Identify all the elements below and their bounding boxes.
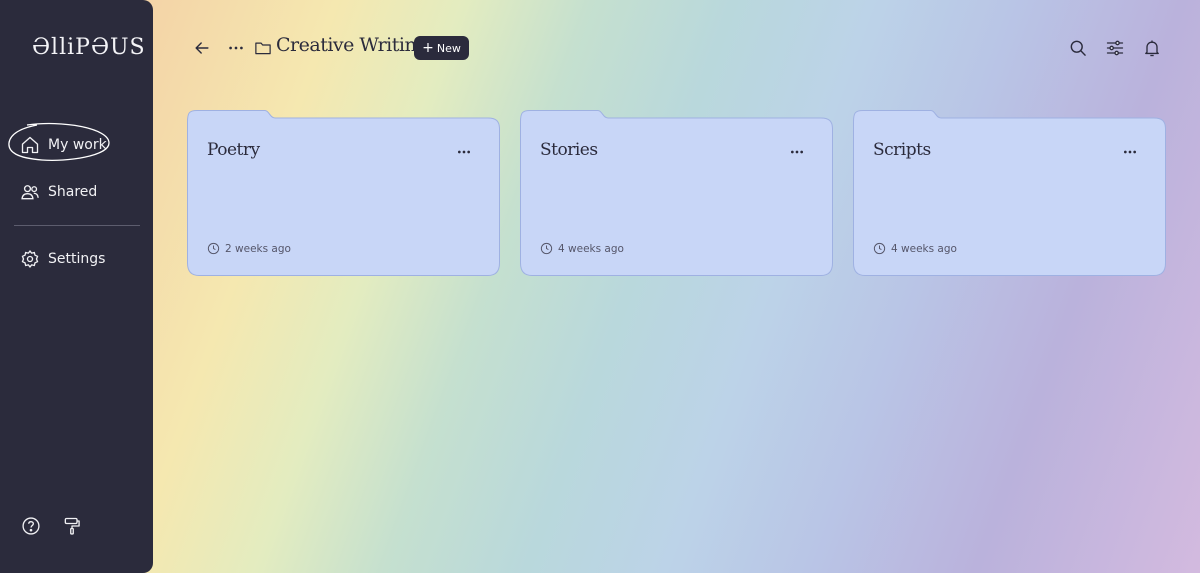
paint-roller-icon[interactable] — [62, 516, 82, 536]
folder-card-stories[interactable]: Stories 4 weeks ago — [520, 110, 833, 276]
gradient-background — [0, 0, 1200, 573]
clock-icon — [540, 242, 553, 255]
page-title: Creative Writing — [276, 34, 428, 56]
clock-icon — [873, 242, 886, 255]
plus-icon: + — [422, 40, 434, 56]
sidebar-item-label: Shared — [48, 184, 98, 200]
updated-text: 4 weeks ago — [891, 242, 957, 255]
folder-icon — [255, 42, 271, 55]
sidebar-divider — [14, 225, 140, 226]
bell-icon[interactable] — [1142, 38, 1162, 58]
home-icon — [21, 136, 39, 154]
folder-card-scripts[interactable]: Scripts 4 weeks ago — [853, 110, 1166, 276]
folder-title: Poetry — [207, 140, 260, 160]
folder-updated: 4 weeks ago — [540, 242, 624, 255]
app-logo[interactable]: ƏlliPƏUS — [32, 35, 146, 60]
more-options-icon[interactable] — [789, 144, 805, 160]
filter-sliders-icon[interactable] — [1105, 38, 1125, 58]
more-options-icon[interactable] — [456, 144, 472, 160]
folder-updated: 4 weeks ago — [873, 242, 957, 255]
more-options-icon[interactable] — [1122, 144, 1138, 160]
folder-title: Scripts — [873, 140, 931, 160]
new-button-label: New — [436, 41, 461, 55]
folder-title: Stories — [540, 140, 598, 160]
sidebar-item-label: My work — [48, 137, 107, 153]
breadcrumb-more-icon[interactable] — [226, 38, 246, 58]
sidebar-item-settings[interactable]: Settings — [20, 249, 105, 269]
back-arrow-icon[interactable] — [192, 38, 212, 58]
sidebar: ƏlliPƏUS My work Shared Settings — [0, 0, 153, 573]
users-icon — [21, 185, 39, 200]
folder-card-poetry[interactable]: Poetry 2 weeks ago — [187, 110, 500, 276]
gear-icon — [21, 250, 39, 268]
updated-text: 2 weeks ago — [225, 242, 291, 255]
search-icon[interactable] — [1068, 38, 1088, 58]
help-icon[interactable] — [21, 516, 41, 536]
clock-icon — [207, 242, 220, 255]
sidebar-item-shared[interactable]: Shared — [20, 182, 97, 202]
folder-updated: 2 weeks ago — [207, 242, 291, 255]
new-button[interactable]: + New — [414, 36, 469, 60]
sidebar-item-my-work[interactable]: My work — [20, 135, 107, 155]
sidebar-item-label: Settings — [48, 251, 106, 267]
updated-text: 4 weeks ago — [558, 242, 624, 255]
